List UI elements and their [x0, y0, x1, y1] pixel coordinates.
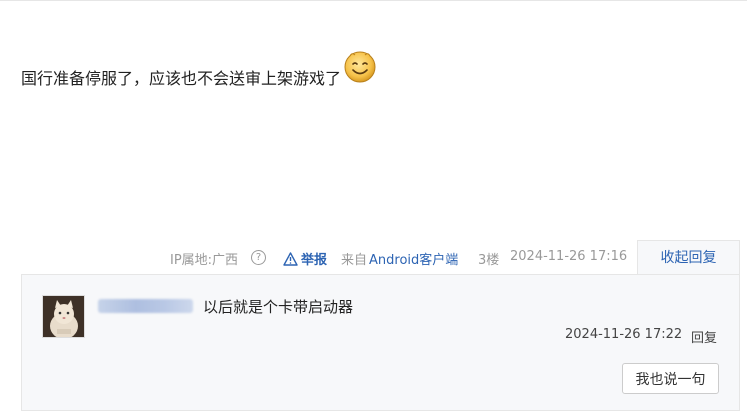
client-link[interactable]: Android客户端	[369, 249, 458, 268]
ip-location: IP属地:广西	[170, 253, 239, 268]
post-time: 2024-11-26 17:16	[510, 249, 628, 264]
say-something-button[interactable]: 我也说一句	[622, 363, 719, 394]
from-prefix: 来自	[341, 253, 368, 268]
reply-link[interactable]: 回复	[691, 327, 717, 346]
help-icon[interactable]: ?	[251, 250, 266, 265]
post-meta-row: IP属地:广西 ? 举报 来自 Android客户端 3楼 2024-11-26…	[0, 246, 747, 270]
floor-number: 3楼	[478, 253, 500, 268]
report-label: 举报	[301, 253, 328, 268]
cat-avatar-image	[43, 296, 84, 337]
warning-icon	[283, 251, 298, 266]
top-divider	[0, 0, 747, 1]
post-content: 国行准备停服了，应该也不会送审上架游戏了	[21, 48, 378, 90]
reply-text: 以后就是个卡带启动器	[203, 298, 354, 316]
post-text: 国行准备停服了，应该也不会送审上架游戏了	[21, 69, 342, 88]
smiley-emoji-icon	[344, 51, 376, 83]
report-link[interactable]: 举报	[283, 249, 327, 268]
reply-username-blurred[interactable]	[98, 299, 193, 313]
avatar[interactable]	[42, 295, 85, 338]
reply-time: 2024-11-26 17:22	[565, 327, 683, 342]
collapse-replies-button[interactable]: 收起回复	[637, 240, 740, 275]
reply-panel: 以后就是个卡带启动器 2024-11-26 17:22 回复 我也说一句	[21, 274, 740, 411]
